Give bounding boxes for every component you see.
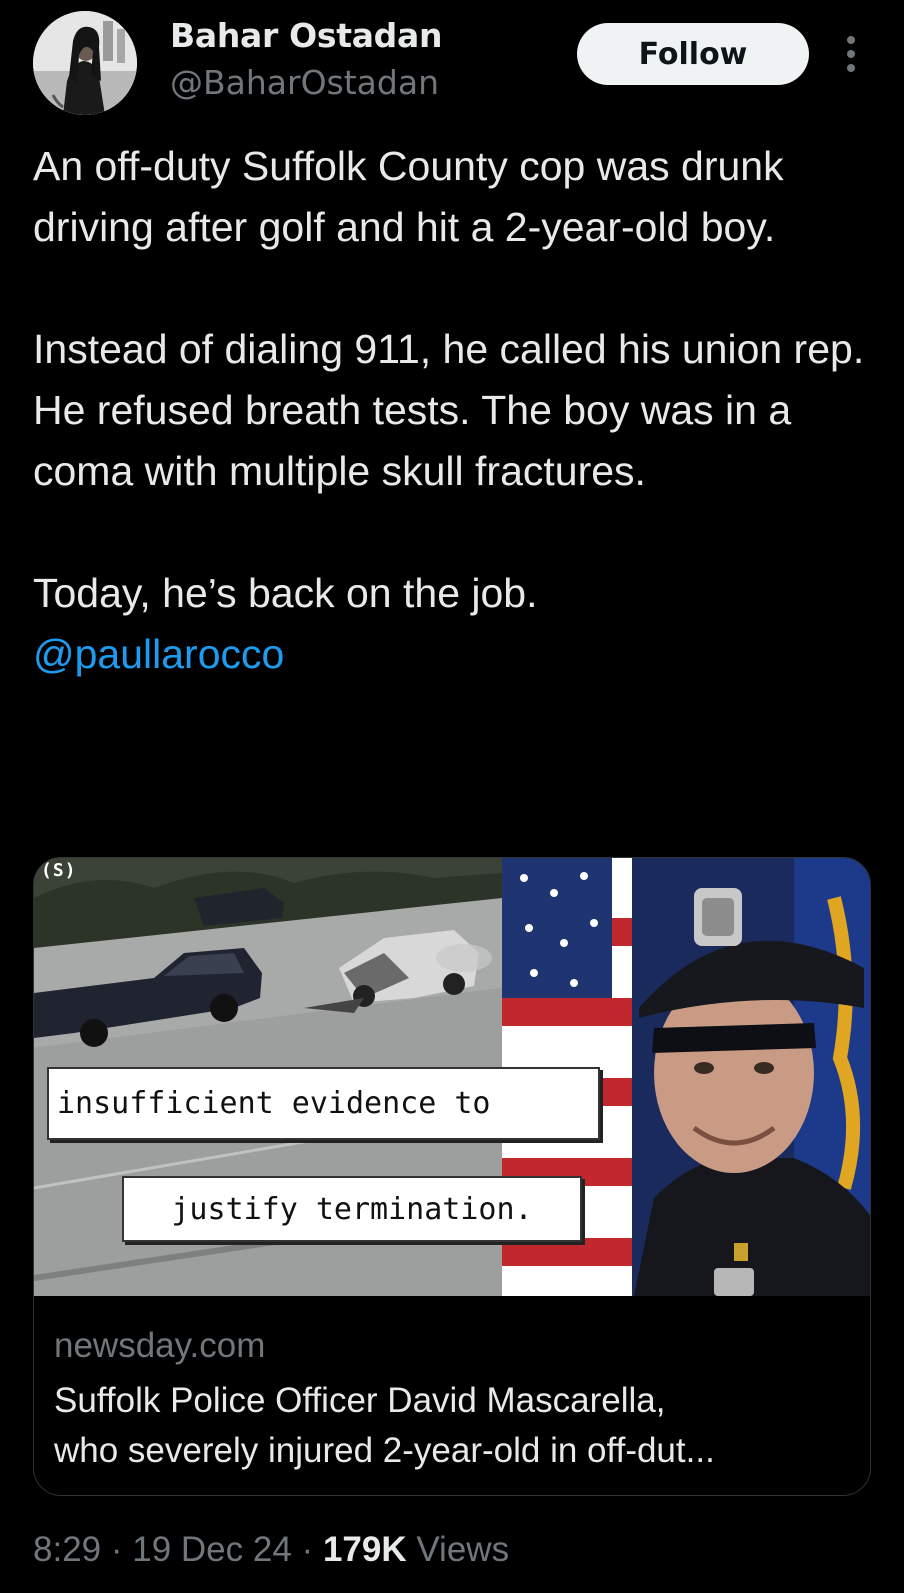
more-vertical-icon[interactable]	[838, 34, 864, 74]
card-image[interactable]: (S) insufficient evidence to justify ter…	[34, 858, 870, 1296]
tweet-paragraph-1: An off-duty Suffolk County cop was drunk…	[33, 143, 784, 250]
tweet-header: Bahar Ostadan @BaharOstadan Follow	[0, 0, 904, 125]
card-title-line-2: who severely injured 2-year-old in off-d…	[54, 1431, 715, 1470]
author-display-name[interactable]: Bahar Ostadan	[170, 16, 442, 55]
meta-separator: ·	[301, 1530, 314, 1569]
image-caption-2: justify termination.	[122, 1176, 582, 1242]
tweet-text: An off-duty Suffolk County cop was drunk…	[33, 136, 878, 685]
link-card[interactable]: (S) insufficient evidence to justify ter…	[33, 857, 871, 1496]
views-label: Views	[416, 1530, 510, 1569]
avatar[interactable]	[33, 11, 137, 115]
tweet-time[interactable]: 8:29	[33, 1530, 101, 1569]
tweet-paragraph-2: Instead of dialing 911, he called his un…	[33, 326, 865, 494]
author-handle[interactable]: @BaharOstadan	[170, 63, 439, 102]
mention-link[interactable]: @paullarocco	[33, 631, 284, 677]
source-tag: (S)	[41, 860, 77, 881]
card-domain: newsday.com	[54, 1326, 266, 1365]
follow-button[interactable]: Follow	[577, 23, 809, 85]
card-title-line-1: Suffolk Police Officer David Mascarella,	[54, 1381, 666, 1420]
tweet-paragraph-3: Today, he’s back on the job.	[33, 570, 538, 616]
avatar-photo	[33, 11, 137, 115]
meta-separator: ·	[110, 1530, 123, 1569]
tweet-meta: 8:29 · 19 Dec 24 · 179K Views	[33, 1530, 509, 1570]
views-count[interactable]: 179K	[323, 1530, 407, 1569]
image-caption-1: insufficient evidence to	[47, 1067, 600, 1140]
tweet-date[interactable]: 19 Dec 24	[132, 1530, 292, 1569]
card-title: Suffolk Police Officer David Mascarella,…	[54, 1376, 854, 1476]
